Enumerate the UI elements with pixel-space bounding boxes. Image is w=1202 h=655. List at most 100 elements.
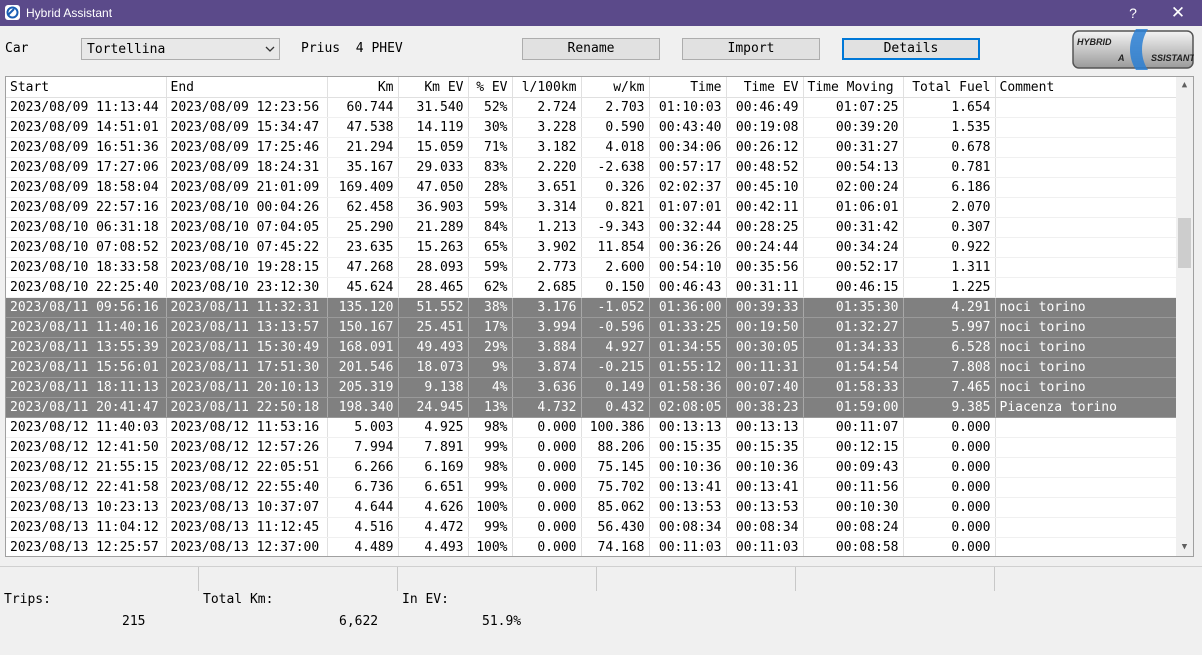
- cell-start: 2023/08/10 18:33:58: [6, 257, 167, 278]
- cell-start: 2023/08/13 10:23:13: [6, 497, 167, 518]
- cell-time: 00:43:40: [649, 117, 727, 138]
- cell-time-moving: 00:09:43: [803, 457, 904, 478]
- table-row[interactable]: 2023/08/13 10:23:13 2023/08/13 10:37:07 4.…: [6, 497, 1177, 518]
- table-row[interactable]: 2023/08/12 22:41:58 2023/08/12 22:55:40 6.…: [6, 477, 1177, 498]
- column-header-time-moving[interactable]: Time Moving: [803, 77, 904, 98]
- help-button[interactable]: ?: [1113, 0, 1153, 26]
- cell-total-fuel: 0.922: [903, 237, 996, 258]
- details-button[interactable]: Details: [842, 38, 980, 60]
- trips-table[interactable]: Start End Km Km EV% EV l/100km w/km Time Time E…: [5, 76, 1194, 557]
- scrollbar-thumb[interactable]: [1178, 218, 1191, 268]
- column-header-km-ev[interactable]: Km EV: [398, 77, 469, 98]
- cell-end: 2023/08/11 20:10:13: [166, 377, 328, 398]
- app-icon: [5, 5, 20, 20]
- cell-comment: [995, 137, 1177, 158]
- total-km-label: Total Km:: [203, 592, 274, 607]
- cell-time-moving: 01:58:33: [803, 377, 904, 398]
- table-row[interactable]: 2023/08/11 15:56:01 2023/08/11 17:51:30 20…: [6, 357, 1177, 378]
- cell-l100km: 2.220: [512, 157, 582, 178]
- cell-comment: noci torino: [995, 337, 1177, 358]
- cell-time-moving: 00:12:15: [803, 437, 904, 458]
- table-row[interactable]: 2023/08/10 06:31:18 2023/08/10 07:04:05 25…: [6, 217, 1177, 238]
- cell-end: 2023/08/12 11:53:16: [166, 417, 328, 438]
- table-row[interactable]: 2023/08/09 11:13:44 2023/08/09 12:23:56 60…: [6, 97, 1177, 118]
- column-header-wkm[interactable]: w/km: [581, 77, 650, 98]
- table-row[interactable]: 2023/08/09 18:58:04 2023/08/09 21:01:09 16…: [6, 177, 1177, 198]
- car-select[interactable]: Tortellina: [81, 38, 280, 60]
- scroll-up-icon[interactable]: ▲: [1176, 77, 1193, 94]
- table-row[interactable]: 2023/08/11 13:55:39 2023/08/11 15:30:49 16…: [6, 337, 1177, 358]
- cell-km: 47.538: [327, 117, 399, 138]
- vertical-scrollbar[interactable]: ▲ ▼: [1176, 77, 1193, 556]
- table-row[interactable]: 2023/08/11 11:40:16 2023/08/11 13:13:57 15…: [6, 317, 1177, 338]
- table-row[interactable]: 2023/08/10 22:25:40 2023/08/10 23:12:30 45…: [6, 277, 1177, 298]
- cell-time: 00:10:36: [649, 457, 727, 478]
- table-row[interactable]: 2023/08/12 21:55:15 2023/08/12 22:05:51 6.…: [6, 457, 1177, 478]
- column-header-comment[interactable]: Comment: [995, 77, 1177, 98]
- table-body: 2023/08/09 11:13:44 2023/08/09 12:23:56 60…: [6, 97, 1177, 556]
- column-header-l100km[interactable]: l/100km: [512, 77, 582, 98]
- column-header-pct-ev[interactable]: % EV: [468, 77, 513, 98]
- cell-km-ev: 9.138: [398, 377, 469, 398]
- column-header-time[interactable]: Time: [649, 77, 727, 98]
- table-row[interactable]: 2023/08/10 18:33:58 2023/08/10 19:28:15 47…: [6, 257, 1177, 278]
- cell-km: 201.546: [327, 357, 399, 378]
- cell-time: 00:46:43: [649, 277, 727, 298]
- cell-km: 21.294: [327, 137, 399, 158]
- import-button[interactable]: Import: [682, 38, 820, 60]
- table-row[interactable]: 2023/08/13 11:04:12 2023/08/13 11:12:45 4.…: [6, 517, 1177, 538]
- column-header-total-fuel[interactable]: Total Fuel: [903, 77, 996, 98]
- cell-time-moving: 00:11:07: [803, 417, 904, 438]
- cell-time: 02:02:37: [649, 177, 727, 198]
- table-row[interactable]: 2023/08/09 14:51:01 2023/08/09 15:34:47 47…: [6, 117, 1177, 138]
- table-row[interactable]: 2023/08/12 12:41:50 2023/08/12 12:57:26 7.…: [6, 437, 1177, 458]
- cell-time-ev: 00:38:23: [726, 397, 804, 418]
- cell-end: 2023/08/11 17:51:30: [166, 357, 328, 378]
- table-row[interactable]: 2023/08/10 07:08:52 2023/08/10 07:45:22 23…: [6, 237, 1177, 258]
- column-header-end[interactable]: End: [166, 77, 328, 98]
- cell-total-fuel: 9.385: [903, 397, 996, 418]
- cell-time: 01:33:25: [649, 317, 727, 338]
- table-row[interactable]: 2023/08/12 11:40:03 2023/08/12 11:53:16 5.…: [6, 417, 1177, 438]
- cell-time-moving: 00:08:58: [803, 537, 904, 556]
- table-row[interactable]: 2023/08/11 09:56:16 2023/08/11 11:32:31 13…: [6, 297, 1177, 318]
- cell-comment: [995, 237, 1177, 258]
- scroll-down-icon[interactable]: ▼: [1176, 539, 1193, 556]
- rename-button[interactable]: Rename: [522, 38, 660, 60]
- cell-end: 2023/08/10 07:04:05: [166, 217, 328, 238]
- cell-l100km: 0.000: [512, 437, 582, 458]
- cell-km-ev: 25.451: [398, 317, 469, 338]
- car-label: Car: [5, 41, 29, 56]
- table-row[interactable]: 2023/08/09 22:57:16 2023/08/10 00:04:26 62…: [6, 197, 1177, 218]
- cell-total-fuel: 6.186: [903, 177, 996, 198]
- cell-pct-ev: 29%: [468, 337, 513, 358]
- column-header-km[interactable]: Km: [327, 77, 399, 98]
- cell-pct-ev: 99%: [468, 477, 513, 498]
- cell-wkm: 0.149: [581, 377, 650, 398]
- cell-km-ev: 47.050: [398, 177, 469, 198]
- close-button[interactable]: ✕: [1158, 0, 1198, 26]
- cell-km: 4.644: [327, 497, 399, 518]
- table-row[interactable]: 2023/08/11 20:41:47 2023/08/11 22:50:18 19…: [6, 397, 1177, 418]
- cell-total-fuel: 0.000: [903, 517, 996, 538]
- cell-time: 00:34:06: [649, 137, 727, 158]
- cell-l100km: 2.773: [512, 257, 582, 278]
- svg-text:HYBRID: HYBRID: [1077, 37, 1112, 47]
- cell-wkm: 2.703: [581, 97, 650, 118]
- table-row[interactable]: 2023/08/09 17:27:06 2023/08/09 18:24:31 35…: [6, 157, 1177, 178]
- cell-time: 01:58:36: [649, 377, 727, 398]
- cell-time-ev: 00:11:31: [726, 357, 804, 378]
- column-header-start[interactable]: Start: [6, 77, 167, 98]
- column-header-time-ev[interactable]: Time EV: [726, 77, 804, 98]
- table-row[interactable]: 2023/08/11 18:11:13 2023/08/11 20:10:13 20…: [6, 377, 1177, 398]
- cell-km: 135.120: [327, 297, 399, 318]
- svg-text:A: A: [1117, 53, 1125, 63]
- car-select-value: Tortellina: [87, 42, 166, 57]
- cell-total-fuel: 0.781: [903, 157, 996, 178]
- cell-time: 00:13:13: [649, 417, 727, 438]
- cell-end: 2023/08/11 13:13:57: [166, 317, 328, 338]
- table-row[interactable]: 2023/08/13 12:25:57 2023/08/13 12:37:00 4.…: [6, 537, 1177, 556]
- table-row[interactable]: 2023/08/09 16:51:36 2023/08/09 17:25:46 21…: [6, 137, 1177, 158]
- cell-km-ev: 4.626: [398, 497, 469, 518]
- cell-time-ev: 00:46:49: [726, 97, 804, 118]
